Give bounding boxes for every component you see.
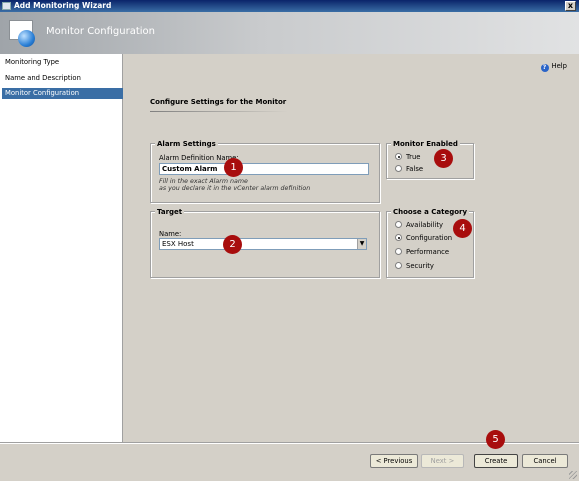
target-name-dropdown[interactable]: ESX Host ▼ — [159, 238, 367, 250]
target-name-label: Name: — [159, 230, 182, 238]
callout-badge-5: 5 — [486, 430, 505, 449]
alarm-settings-group: Alarm Settings Alarm Definition Name: Cu… — [150, 140, 380, 203]
radio-security-button[interactable] — [395, 262, 402, 269]
sidebar-item-name-and-description[interactable]: Name and Description — [2, 73, 123, 84]
category-legend: Choose a Category — [391, 208, 470, 216]
globe-icon — [18, 30, 35, 47]
target-group: Target Name: ESX Host ▼ — [150, 208, 380, 278]
radio-false[interactable]: False — [395, 164, 423, 174]
radio-false-button[interactable] — [395, 165, 402, 172]
wizard-banner: Monitor Configuration — [0, 12, 579, 54]
main-panel: ? Help Configure Settings for the Monitor… — [124, 54, 579, 442]
help-icon: ? — [540, 64, 549, 72]
alarm-name-hint-line2: as you declare it in the vCenter alarm d… — [159, 185, 311, 192]
radio-performance[interactable]: Performance — [395, 247, 449, 257]
radio-configuration-button[interactable] — [395, 234, 402, 241]
radio-performance-button[interactable] — [395, 248, 402, 255]
radio-true[interactable]: True — [395, 152, 420, 162]
heading-divider — [150, 111, 288, 112]
radio-security-label: Security — [406, 262, 434, 270]
sidebar-item-monitoring-type[interactable]: Monitoring Type — [2, 57, 123, 68]
cancel-button[interactable]: Cancel — [522, 454, 568, 468]
help-label: Help — [551, 62, 568, 70]
radio-security[interactable]: Security — [395, 261, 434, 271]
radio-true-label: True — [406, 153, 421, 161]
radio-false-label: False — [406, 165, 424, 173]
resize-grip-icon[interactable] — [569, 471, 577, 479]
title-bar: Add Monitoring Wizard x — [0, 0, 579, 12]
monitor-enabled-legend: Monitor Enabled — [391, 140, 460, 148]
wizard-steps-sidebar: Monitoring Type Name and Description Mon… — [0, 54, 123, 442]
radio-availability-button[interactable] — [395, 221, 402, 228]
dropdown-arrow-icon[interactable]: ▼ — [357, 239, 366, 249]
next-button[interactable]: Next > — [421, 454, 464, 468]
app-icon — [2, 2, 11, 10]
previous-button[interactable]: < Previous — [370, 454, 418, 468]
sidebar-item-monitor-configuration[interactable]: Monitor Configuration — [2, 88, 123, 99]
target-name-value: ESX Host — [162, 240, 194, 248]
section-heading: Configure Settings for the Monitor — [150, 98, 287, 106]
radio-availability[interactable]: Availability — [395, 220, 443, 230]
radio-availability-label: Availability — [406, 221, 444, 229]
radio-performance-label: Performance — [406, 248, 450, 256]
create-button[interactable]: Create — [474, 454, 518, 468]
radio-configuration[interactable]: Configuration — [395, 233, 452, 243]
callout-badge-4: 4 — [453, 219, 472, 238]
callout-badge-2: 2 — [223, 235, 242, 254]
callout-badge-3: 3 — [434, 149, 453, 168]
window-title: Add Monitoring Wizard — [14, 1, 112, 10]
target-legend: Target — [155, 208, 185, 216]
monitor-enabled-group: Monitor Enabled True False — [386, 140, 474, 179]
callout-badge-1: 1 — [224, 158, 243, 177]
radio-configuration-label: Configuration — [406, 234, 453, 242]
close-icon[interactable]: x — [565, 1, 576, 11]
radio-true-button[interactable] — [395, 153, 402, 160]
help-link[interactable]: ? Help — [540, 62, 568, 72]
alarm-definition-name-input[interactable]: Custom Alarm — [159, 163, 369, 175]
banner-title: Monitor Configuration — [46, 26, 156, 37]
alarm-settings-legend: Alarm Settings — [155, 140, 218, 148]
